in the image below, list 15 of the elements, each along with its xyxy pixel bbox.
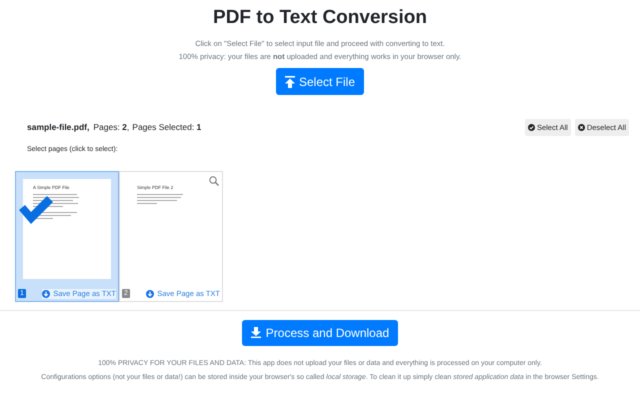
page-title: PDF to Text Conversion [212, 6, 428, 30]
file-name: sample-file.pdf, [27, 121, 90, 134]
process-download-button[interactable]: Process and Download [242, 320, 398, 346]
text-lines-drawing [137, 194, 185, 204]
close-circle-icon [578, 124, 585, 131]
selected-count: Pages Selected: 1 [132, 121, 202, 134]
check-circle-icon [528, 124, 535, 131]
download-circle-icon [146, 290, 154, 298]
select-file-button[interactable]: Select File [276, 68, 364, 95]
zoom-icon[interactable] [209, 176, 219, 186]
upload-icon [284, 76, 295, 88]
download-icon [250, 327, 261, 338]
pages-count: Pages: 2, [93, 121, 130, 134]
checkmark-icon [19, 196, 53, 224]
download-circle-icon [42, 290, 50, 298]
